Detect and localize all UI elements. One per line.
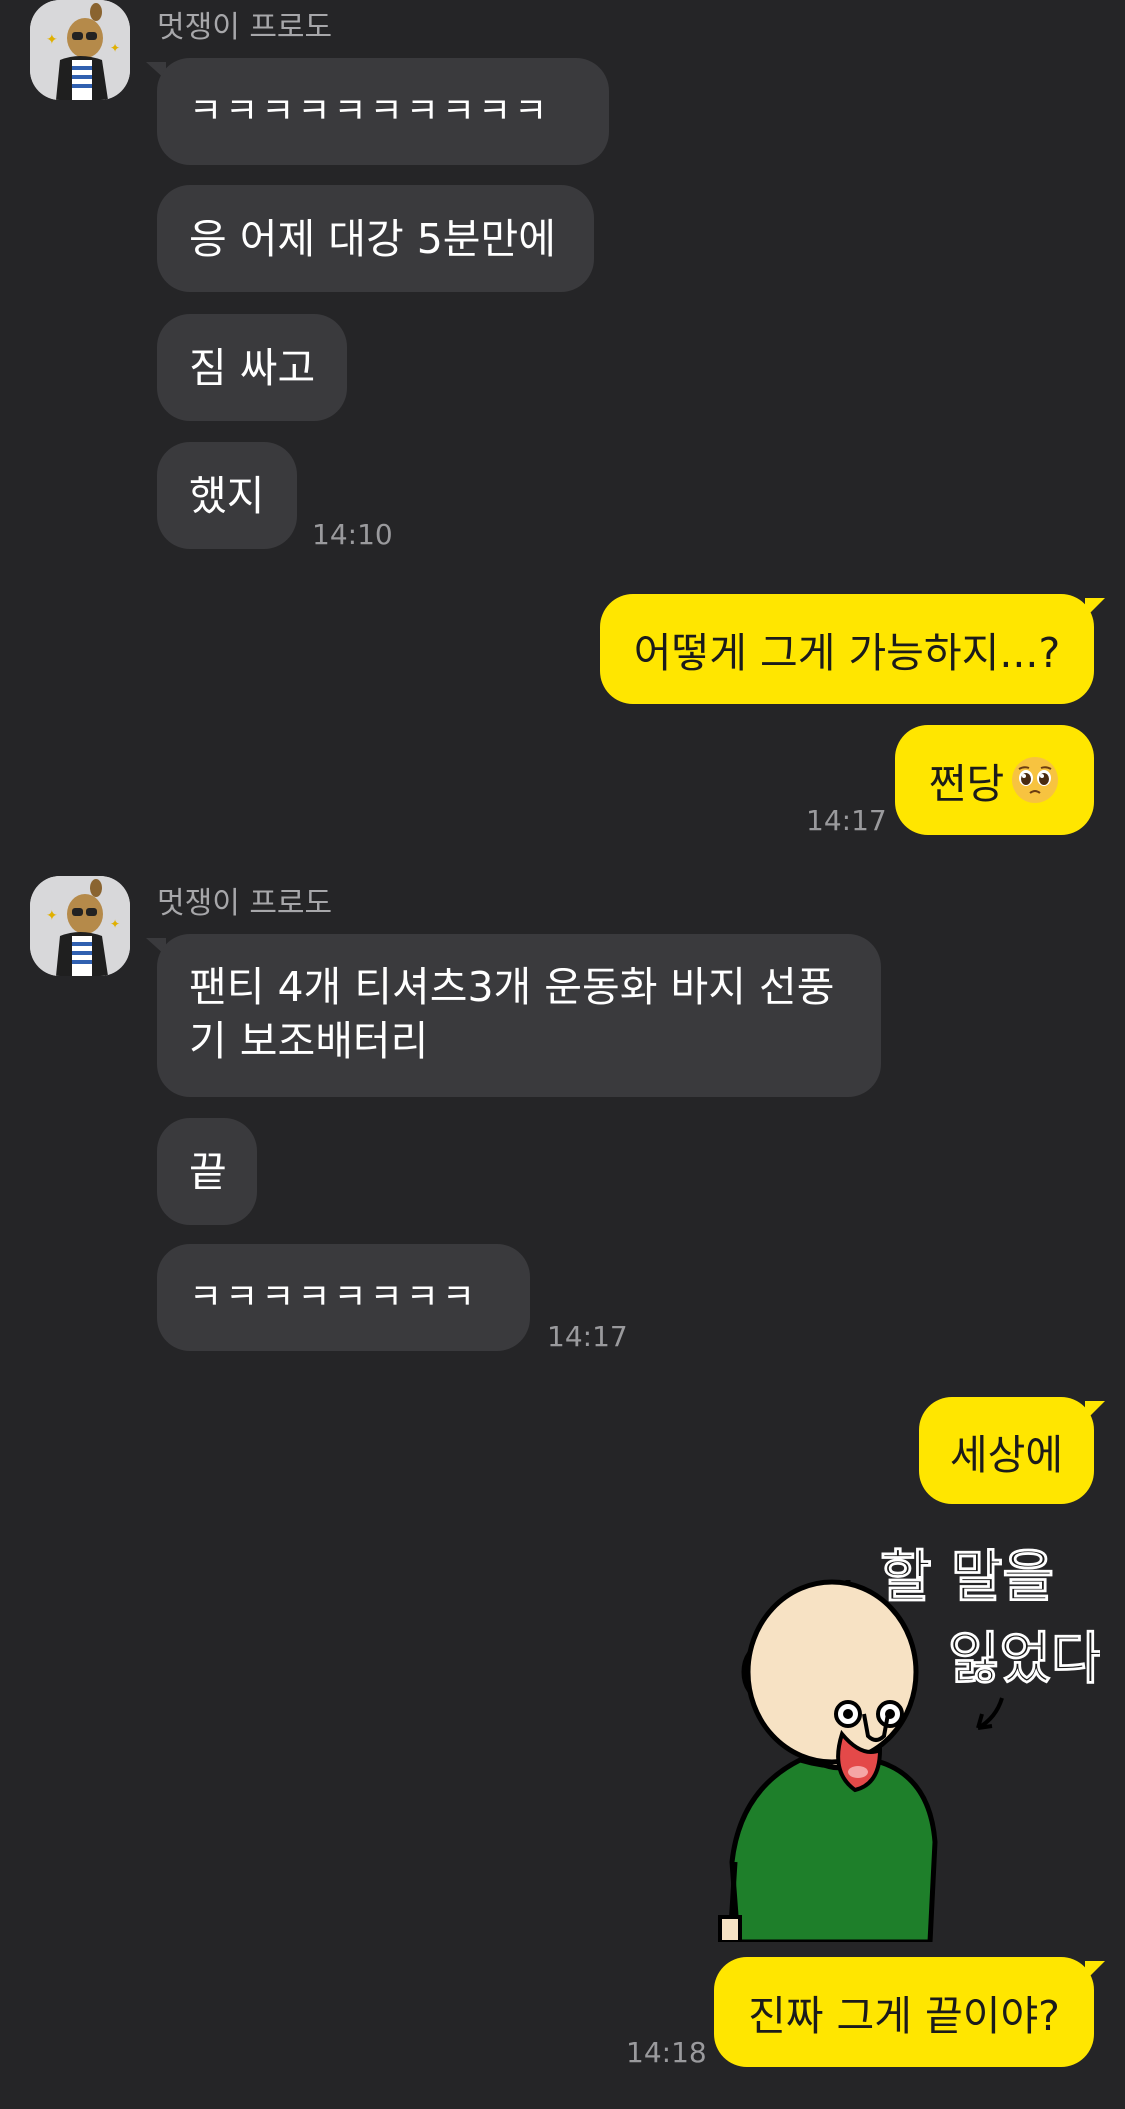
message-bubble[interactable]: 어떻게 그게 가능하지...?: [600, 594, 1094, 704]
message-bubble[interactable]: 응 어제 대강 5분만에: [157, 185, 594, 292]
message-bubble[interactable]: ㅋㅋㅋㅋㅋㅋㅋㅋ: [157, 1244, 530, 1351]
sender-name: 멋쟁이 프로도: [157, 10, 333, 45]
sender-name: 멋쟁이 프로도: [157, 886, 333, 921]
speechless-man-sticker-icon: 할 말을 잃었다.: [718, 1545, 1124, 1945]
avatar[interactable]: ✦ ✦: [30, 876, 130, 976]
svg-text:✦: ✦: [46, 908, 58, 924]
sticker[interactable]: 할 말을 잃었다.: [680, 1522, 1124, 1945]
message-bubble[interactable]: ㅋㅋㅋㅋㅋㅋㅋㅋㅋㅋ: [157, 58, 609, 165]
pleading-face-emoji-icon: [1012, 757, 1059, 803]
frodo-avatar-icon: ✦ ✦: [30, 0, 130, 100]
svg-text:✦: ✦: [110, 917, 120, 931]
frodo-avatar-icon: ✦ ✦: [30, 876, 130, 976]
message-bubble[interactable]: 진짜 그게 끝이야?: [714, 1957, 1094, 2067]
message-text: 쩐당: [928, 760, 1005, 808]
svg-text:✦: ✦: [46, 32, 58, 48]
message-timestamp: 14:17: [547, 1320, 628, 1353]
svg-text:✦: ✦: [110, 41, 120, 55]
message-timestamp: 14:18: [626, 2036, 707, 2069]
message-bubble[interactable]: 했지: [157, 442, 297, 549]
message-bubble[interactable]: 쩐당: [895, 725, 1094, 835]
message-bubble[interactable]: 짐 싸고: [157, 314, 347, 421]
svg-text:할 말을: 할 말을: [880, 1545, 1054, 1610]
svg-text:잃었다.: 잃었다.: [948, 1627, 1100, 1692]
avatar[interactable]: ✦ ✦: [30, 0, 130, 100]
message-timestamp: 14:10: [312, 518, 393, 551]
message-bubble[interactable]: 끝: [157, 1118, 257, 1225]
message-bubble[interactable]: 팬티 4개 티셔츠3개 운동화 바지 선풍기 보조배터리: [157, 934, 881, 1097]
message-timestamp: 14:17: [806, 804, 887, 837]
message-bubble[interactable]: 세상에: [919, 1397, 1094, 1504]
